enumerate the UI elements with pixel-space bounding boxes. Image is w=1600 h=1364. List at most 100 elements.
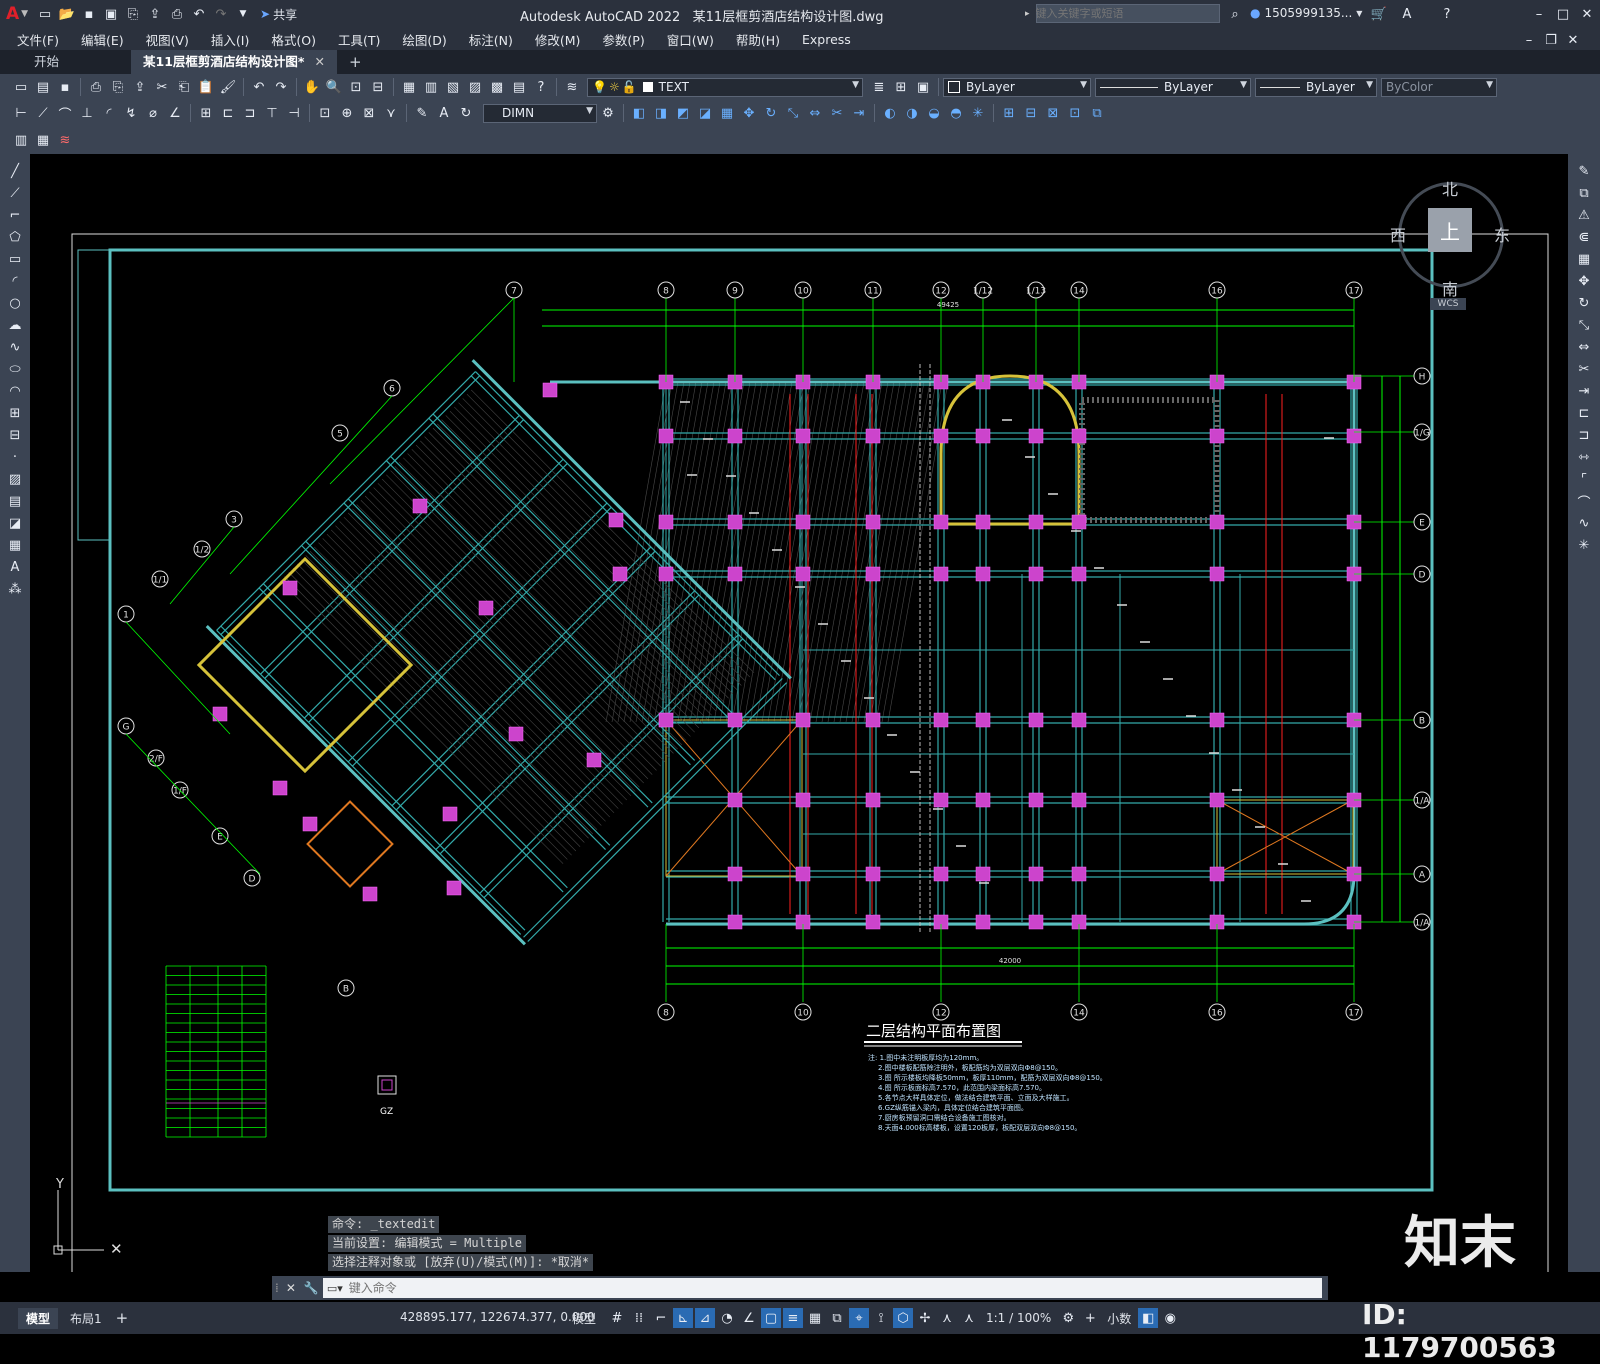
redo-icon-2[interactable]: ↷ xyxy=(271,77,291,97)
cut-icon[interactable]: ✂ xyxy=(152,77,172,97)
ellipse-arc-icon[interactable]: ◠ xyxy=(5,381,25,401)
coordinates-readout[interactable]: 428895.177, 122674.377, 0.000 xyxy=(400,1310,595,1324)
chamfer-icon[interactable]: ◒ xyxy=(924,103,944,123)
extend-icon[interactable]: ⇥ xyxy=(849,103,869,123)
hatch-icon[interactable]: ▨ xyxy=(5,469,25,489)
paste-icon[interactable]: 📋 xyxy=(196,77,216,97)
make-current-icon[interactable]: ≣ xyxy=(869,77,889,97)
doc-close-icon[interactable]: ✕ xyxy=(1563,30,1583,50)
cmd-prompt-icon[interactable]: ▭▾ xyxy=(327,1282,343,1295)
grip-handle[interactable]: ⁞ xyxy=(275,1281,279,1295)
search-box[interactable]: ▸ xyxy=(1025,4,1220,23)
dim-ordinate-icon[interactable]: ⊥ xyxy=(77,103,97,123)
mirror-icon-2[interactable]: ⚠ xyxy=(1574,205,1594,225)
jogged-linear-icon[interactable]: ⋎ xyxy=(381,103,401,123)
arc-icon[interactable]: ◜ xyxy=(5,271,25,291)
revcloud-icon[interactable]: ☁ xyxy=(5,315,25,335)
annotation-visibility-icon[interactable]: ⋏ xyxy=(937,1308,957,1328)
tool-palettes-icon[interactable]: ▧ xyxy=(443,77,463,97)
gradient-icon[interactable]: ▤ xyxy=(5,491,25,511)
compass-north[interactable]: 北 xyxy=(1442,176,1458,200)
annotation-monitor-icon[interactable]: + xyxy=(1080,1308,1100,1328)
scale-icon[interactable]: ⤡ xyxy=(783,103,803,123)
dim-radius-icon[interactable]: ◜ xyxy=(99,103,119,123)
polar-icon[interactable]: ⊿ xyxy=(695,1308,715,1328)
layer-walk-icon[interactable]: ≋ xyxy=(55,130,75,150)
erase-icon[interactable]: ◧ xyxy=(629,103,649,123)
circle-icon[interactable]: ○ xyxy=(5,293,25,313)
wblock-icon[interactable]: ⊠ xyxy=(1043,103,1063,123)
polygon-icon[interactable]: ⬠ xyxy=(5,227,25,247)
wcs-menu[interactable]: WCS xyxy=(1430,298,1466,310)
lineweight-combo[interactable]: ByLayer ▼ xyxy=(1255,77,1377,97)
qdim-icon[interactable]: ⊞ xyxy=(196,103,216,123)
copy-icon[interactable]: ⎗ xyxy=(174,77,194,97)
viewcube[interactable]: 上 北 南 西 东 WCS xyxy=(1390,174,1510,314)
stretch-icon-2[interactable]: ⇔ xyxy=(1574,337,1594,357)
tolerance-icon[interactable]: ⊡ xyxy=(315,103,335,123)
menu-help[interactable]: 帮助(H) xyxy=(725,30,791,49)
publish-icon[interactable]: ⇪ xyxy=(130,77,150,97)
isodraft-icon[interactable]: ◔ xyxy=(717,1308,737,1328)
attribute-icon[interactable]: ⊡ xyxy=(1065,103,1085,123)
point-icon[interactable]: · xyxy=(5,447,25,467)
osnap-icon[interactable]: ▢ xyxy=(761,1308,781,1328)
chamfer-icon-2[interactable]: ⌜ xyxy=(1574,469,1594,489)
scale-icon-2[interactable]: ⤡ xyxy=(1574,315,1594,335)
dim-angular-icon[interactable]: ∠ xyxy=(165,103,185,123)
help-icon-2[interactable]: ? xyxy=(531,77,551,97)
redo-icon[interactable]: ↷ xyxy=(211,4,231,24)
annotation-scale[interactable]: 1:1 / 100% xyxy=(986,1311,1051,1325)
dim-style-combo[interactable]: DIMN ▼ xyxy=(483,103,597,123)
offset-icon-2[interactable]: ⋐ xyxy=(1574,227,1594,247)
structural-plan-drawing[interactable]: 7 8 9 10 11 12 1/12 1/13 14 16 17H1/GEDB1/AA1/A8 10… xyxy=(30,154,1568,1272)
break-point-icon[interactable]: ⊏ xyxy=(1574,403,1594,423)
menu-modify[interactable]: 修改(M) xyxy=(524,30,592,49)
join-icon[interactable]: ◑ xyxy=(902,103,922,123)
transparency-icon[interactable]: ▦ xyxy=(805,1308,825,1328)
rotate-icon-2[interactable]: ↻ xyxy=(1574,293,1594,313)
dim-space-icon[interactable]: ⊤ xyxy=(262,103,282,123)
user-menu[interactable]: ● 1505999135... ▼ xyxy=(1250,6,1362,20)
copy-object-icon[interactable]: ◨ xyxy=(651,103,671,123)
add-selected-icon[interactable]: ⁂ xyxy=(5,579,25,599)
properties-icon[interactable]: ▦ xyxy=(399,77,419,97)
extend-icon-2[interactable]: ⇥ xyxy=(1574,381,1594,401)
customize-qat-icon[interactable]: ▼ xyxy=(233,4,253,24)
app-logo[interactable]: A ▼ xyxy=(0,0,34,28)
compass-west[interactable]: 西 xyxy=(1390,222,1406,246)
trim-icon[interactable]: ✂ xyxy=(827,103,847,123)
make-block-icon[interactable]: ⊟ xyxy=(5,425,25,445)
grid-icon[interactable]: # xyxy=(607,1308,627,1328)
zoom-realtime-icon[interactable]: 🔍 xyxy=(324,77,344,97)
help-icon[interactable]: ? xyxy=(1437,4,1457,24)
dim-text-edit-icon[interactable]: A xyxy=(434,103,454,123)
compass-south[interactable]: 南 xyxy=(1442,276,1458,300)
dim-style-icon[interactable]: ⚙ xyxy=(598,103,618,123)
array-icon[interactable]: ▦ xyxy=(717,103,737,123)
explode-icon[interactable]: ✳ xyxy=(968,103,988,123)
spline-icon[interactable]: ∿ xyxy=(5,337,25,357)
join-icon-2[interactable]: ⇿ xyxy=(1574,447,1594,467)
selection-filter-icon[interactable]: ⬡ xyxy=(893,1308,913,1328)
break-icon-2[interactable]: ⊐ xyxy=(1574,425,1594,445)
polyline-icon[interactable]: ⌐ xyxy=(5,205,25,225)
ortho-icon[interactable]: ⊾ xyxy=(673,1308,693,1328)
zoom-previous-icon[interactable]: ⊟ xyxy=(368,77,388,97)
ellipse-icon[interactable]: ⬭ xyxy=(5,359,25,379)
dynamic-ucs-icon[interactable]: ⟟ xyxy=(871,1308,891,1328)
3d-osnap-icon[interactable]: ⌖ xyxy=(849,1308,869,1328)
dim-edit-icon[interactable]: ✎ xyxy=(412,103,432,123)
dim-baseline-icon[interactable]: ⊏ xyxy=(218,103,238,123)
model-space-toggle[interactable]: 模型 xyxy=(572,1310,596,1327)
break-icon[interactable]: ◐ xyxy=(880,103,900,123)
command-input[interactable] xyxy=(346,1280,1322,1296)
menu-tools[interactable]: 工具(T) xyxy=(327,30,391,49)
mtext-icon[interactable]: A xyxy=(5,557,25,577)
pan-icon[interactable]: ✋ xyxy=(302,77,322,97)
markup-icon[interactable]: ▩ xyxy=(487,77,507,97)
layer-iso-icon[interactable]: ▣ xyxy=(913,77,933,97)
menu-insert[interactable]: 插入(I) xyxy=(200,30,260,49)
plot-icon[interactable]: ⎙ xyxy=(167,4,187,24)
table-icon[interactable]: ▦ xyxy=(33,130,53,150)
